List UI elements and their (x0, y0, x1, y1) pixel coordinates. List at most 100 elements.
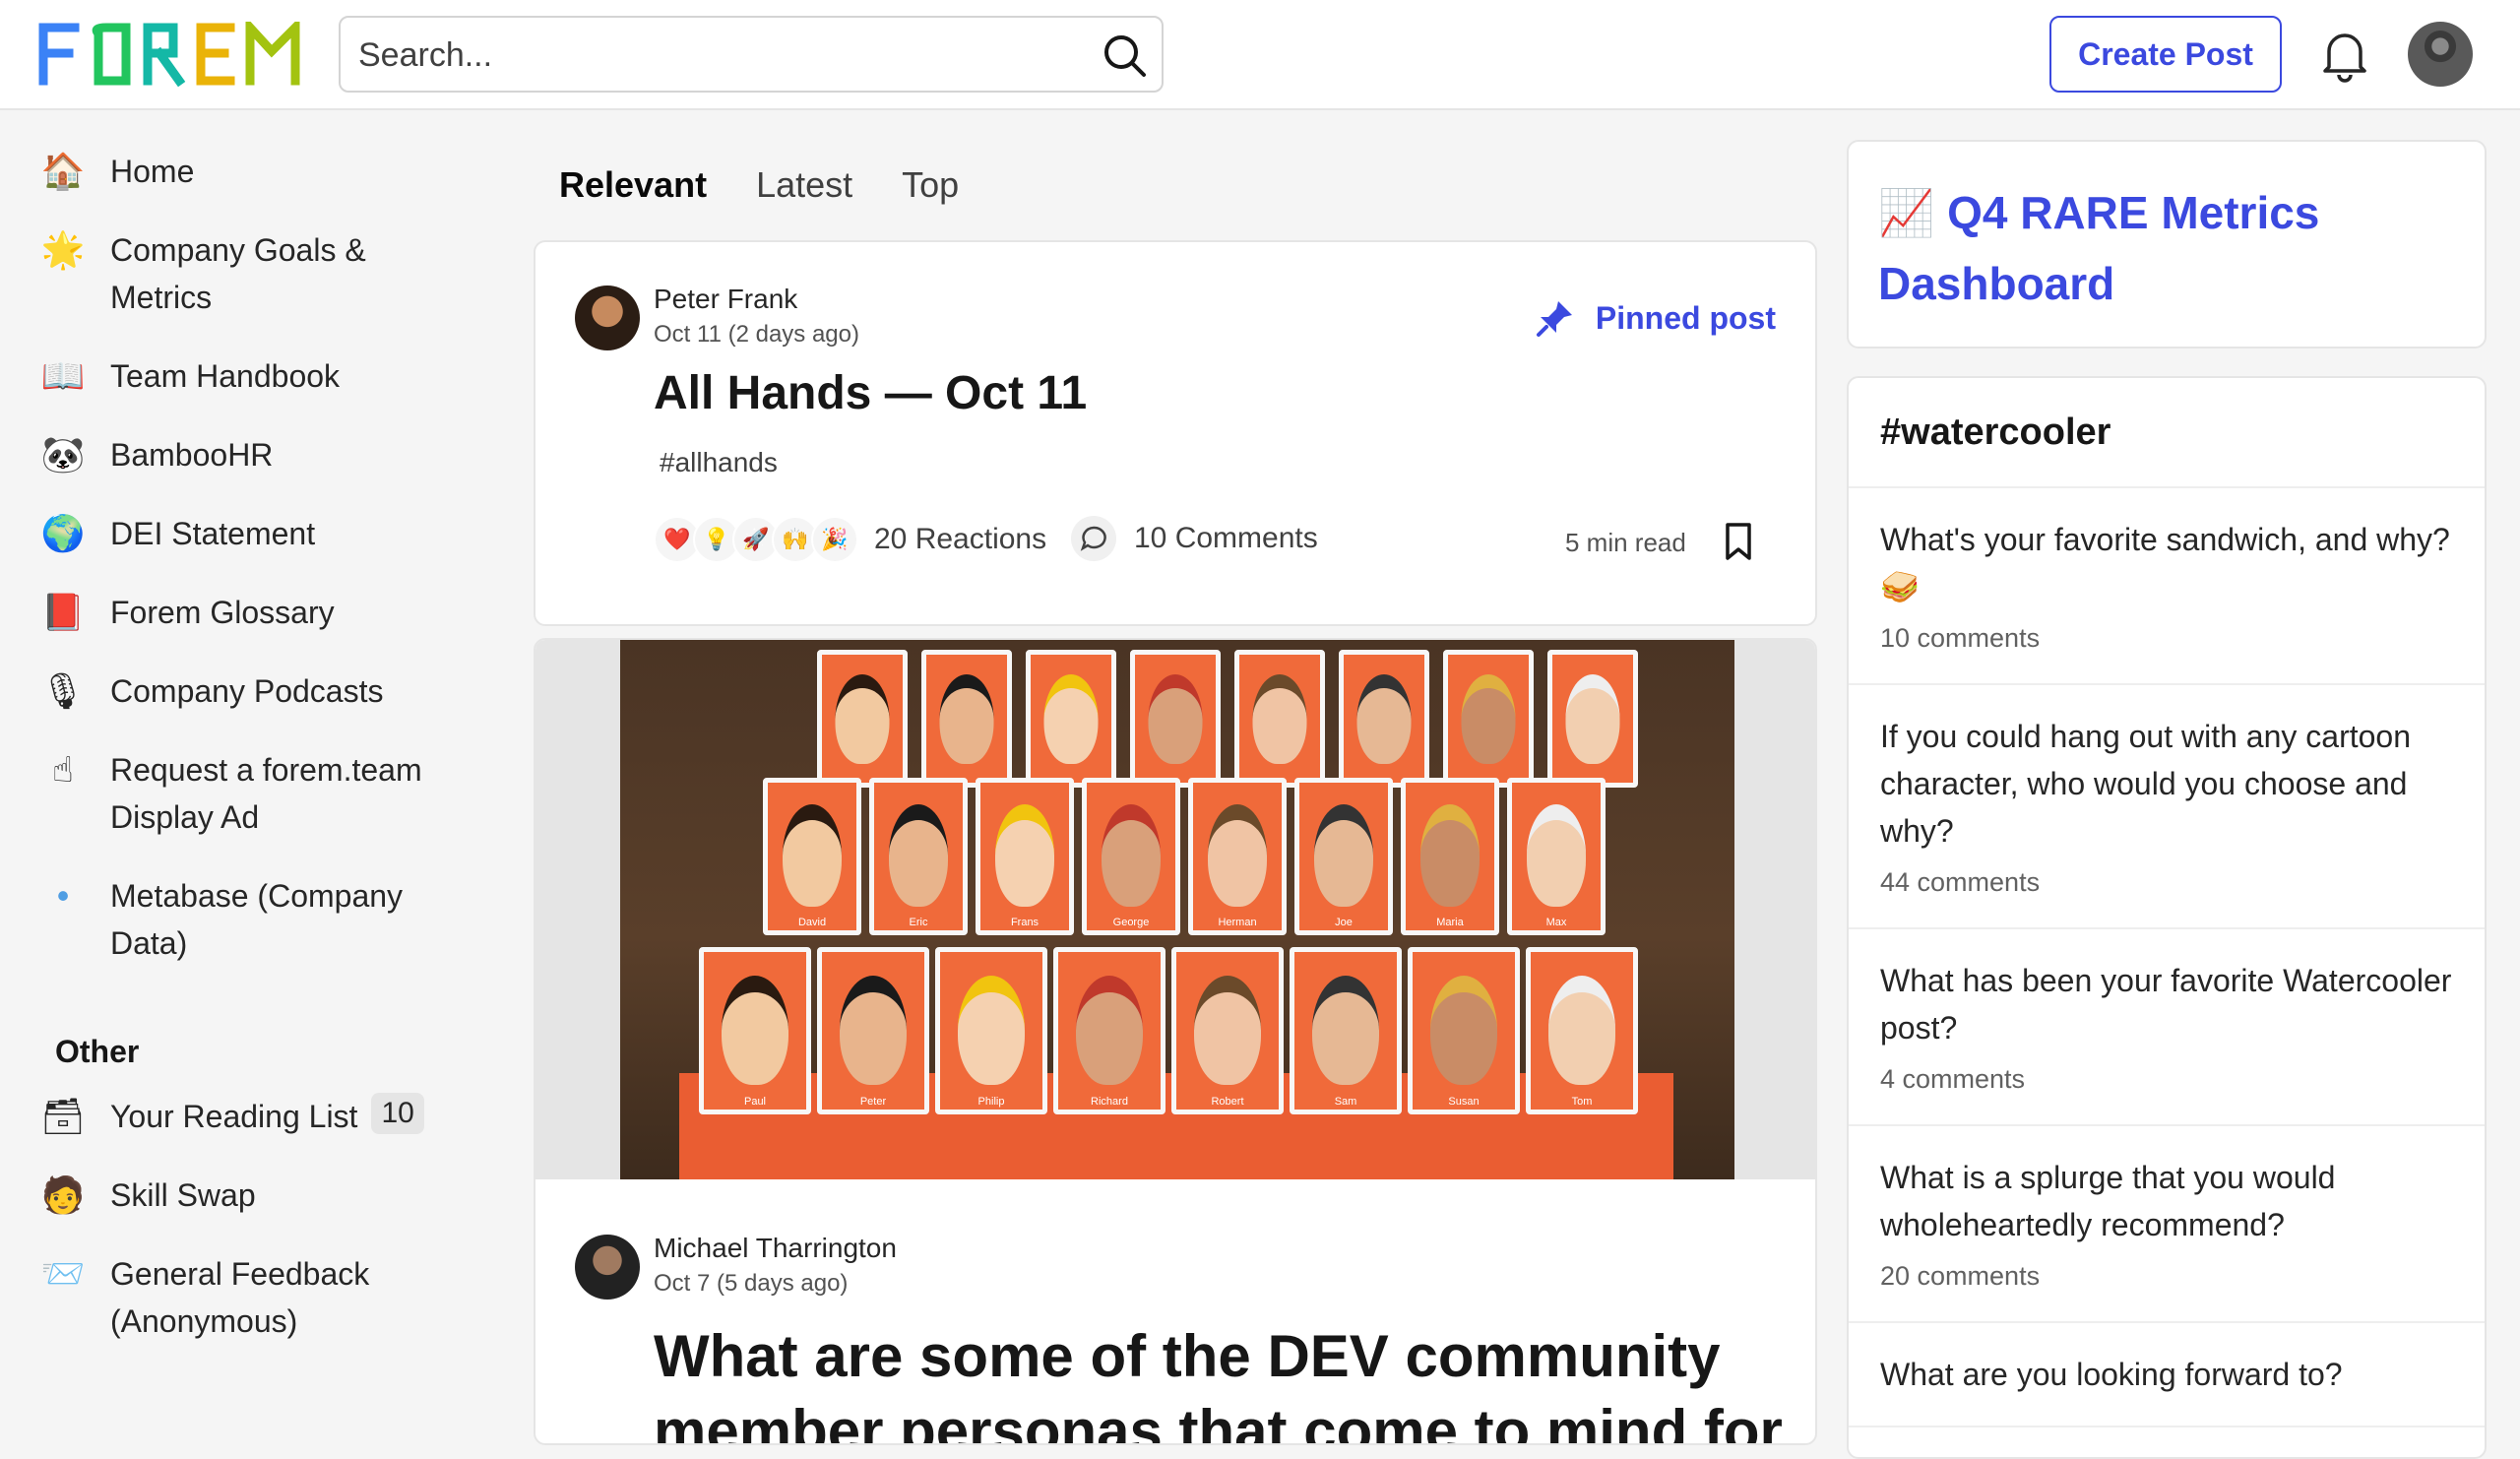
sidebar-item-skill-swap[interactable]: 🧑 Skill Swap (37, 1172, 480, 1250)
sidebar-item-label: General Feedback (Anonymous) (110, 1256, 370, 1339)
character-face (1430, 976, 1497, 1085)
watercooler-thread[interactable]: What has been your favorite Watercooler … (1849, 929, 2485, 1126)
house-icon: 🏠 (40, 151, 86, 191)
pointing-up-icon: ☝ (52, 749, 74, 790)
character-name: Paul (743, 1096, 767, 1108)
author-avatar[interactable] (575, 285, 640, 350)
character-face (783, 804, 842, 907)
comments-count: 10 Comments (1134, 522, 1318, 554)
watercooler-thread[interactable]: What's your favorite sandwich, and why? … (1849, 488, 2485, 685)
book-icon: 📖 (40, 355, 86, 396)
character-face (1076, 976, 1143, 1085)
author-avatar[interactable] (575, 1235, 640, 1300)
watercooler-thread[interactable]: What are you looking forward to? (1849, 1323, 2485, 1427)
pinned-post-card[interactable]: Peter Frank Oct 11 (2 days ago) Pinned p… (534, 240, 1817, 626)
author-name[interactable]: Michael Tharrington (654, 1233, 897, 1264)
search-icon[interactable] (1101, 32, 1148, 79)
party-popper-icon: 🎉 (811, 516, 858, 563)
watercooler-title[interactable]: #watercooler (1849, 378, 2485, 488)
sidebar-item-metabase[interactable]: • Metabase (Company Data) (37, 872, 480, 998)
author-name[interactable]: Peter Frank (654, 284, 797, 315)
bookmark-icon[interactable] (1723, 522, 1754, 561)
notifications-bell-icon[interactable] (2319, 28, 2370, 83)
sidebar-item-bamboohr[interactable]: 🐼 BambooHR (37, 431, 480, 510)
sidebar-item-label: Metabase (Company Data) (110, 878, 404, 961)
sidebar-item-company-goals[interactable]: 🌟 Company Goals & Metrics (37, 226, 480, 352)
metrics-dashboard-link[interactable]: 📈 Q4 RARE Metrics Dashboard (1878, 177, 2455, 319)
metrics-dashboard-card[interactable]: 📈 Q4 RARE Metrics Dashboard (1847, 140, 2487, 349)
user-avatar[interactable] (2408, 22, 2473, 87)
post-title[interactable]: What are some of the DEV community membe… (654, 1319, 1786, 1443)
character-face (1356, 674, 1412, 764)
post-title[interactable]: All Hands — Oct 11 (654, 366, 1087, 420)
search-box[interactable] (339, 16, 1164, 93)
post-cover-image[interactable]: David Eric Frans George Herman Joe Maria Max Pau… (536, 640, 1815, 1179)
sidebar-item-label: Skill Swap (110, 1177, 256, 1213)
microphone-icon: 🎙 (40, 670, 86, 711)
tab-latest[interactable]: Latest (756, 158, 852, 213)
tab-top[interactable]: Top (902, 158, 959, 213)
tab-relevant[interactable]: Relevant (559, 158, 707, 213)
pinned-post-label: Pinned post (1535, 297, 1776, 339)
character-face (958, 976, 1025, 1085)
character-name: George (1112, 917, 1150, 928)
sidebar-item-reading-list[interactable]: 🗃 Your Reading List 10 (37, 1093, 480, 1172)
character-name: Frans (1010, 917, 1040, 928)
sidebar-item-dei[interactable]: 🌍 DEI Statement (37, 510, 480, 589)
thread-title[interactable]: What is a splurge that you would wholehe… (1880, 1154, 2453, 1248)
character-name: Herman (1218, 917, 1257, 928)
comments-button[interactable]: 10 Comments (1071, 516, 1318, 561)
post-card[interactable]: David Eric Frans George Herman Joe Maria Max Pau… (534, 638, 1817, 1445)
character-face (995, 804, 1054, 907)
red-book-icon: 📕 (40, 592, 86, 632)
character-face (1252, 674, 1307, 764)
thread-title[interactable]: What are you looking forward to? (1880, 1351, 2453, 1398)
character-card: Robert (1171, 947, 1284, 1114)
sidebar-item-label: BambooHR (110, 437, 274, 473)
globe-icon: 🌍 (40, 513, 86, 553)
sidebar-item-label: Home (110, 154, 195, 189)
character-card (1547, 650, 1638, 788)
post-date: Oct 7 (5 days ago) (654, 1270, 849, 1297)
create-post-button[interactable]: Create Post (2049, 16, 2282, 93)
sidebar-item-label: Company Podcasts (110, 673, 384, 709)
character-card: Paul (699, 947, 811, 1114)
search-input[interactable] (356, 28, 1089, 83)
character-card: Maria (1401, 778, 1499, 935)
character-face (1102, 804, 1161, 907)
sidebar-item-home[interactable]: 🏠 Home (37, 148, 480, 226)
feed-tabs: Relevant Latest Top (559, 158, 959, 213)
post-tag[interactable]: #allhands (660, 447, 778, 478)
reactions-button[interactable]: ❤️ 💡 🚀 🙌 🎉 20 Reactions (654, 516, 1046, 563)
character-name: Maria (1436, 917, 1464, 928)
character-face (1548, 976, 1615, 1085)
pin-icon (1536, 301, 1572, 337)
comment-icon (1071, 516, 1116, 561)
sidebar-item-display-ad[interactable]: ☝ Request a forem.team Display Ad (37, 746, 480, 872)
post-date: Oct 11 (2 days ago) (654, 321, 859, 348)
character-face (722, 976, 788, 1085)
thread-title[interactable]: What's your favorite sandwich, and why? … (1880, 516, 2453, 610)
sidebar-item-glossary[interactable]: 📕 Forem Glossary (37, 589, 480, 667)
chart-increasing-icon: 📈 (1878, 187, 1935, 238)
character-face (1461, 674, 1516, 764)
character-card: Max (1507, 778, 1606, 935)
sidebar-item-label: Your Reading List (110, 1099, 358, 1134)
character-card: Joe (1294, 778, 1393, 935)
character-card: Peter (817, 947, 929, 1114)
character-face (1312, 976, 1379, 1085)
character-name: Philip (977, 1096, 1005, 1108)
thread-title[interactable]: What has been your favorite Watercooler … (1880, 957, 2453, 1051)
sidebar-item-podcasts[interactable]: 🎙 Company Podcasts (37, 667, 480, 746)
thread-title[interactable]: If you could hang out with any cartoon c… (1880, 713, 2453, 855)
sidebar-item-feedback[interactable]: 📨 General Feedback (Anonymous) (37, 1250, 480, 1376)
character-card: Richard (1053, 947, 1166, 1114)
character-face (1314, 804, 1373, 907)
guess-who-board-image: David Eric Frans George Herman Joe Maria Max Pau… (620, 640, 1734, 1179)
watercooler-card: #watercooler What's your favorite sandwi… (1847, 376, 2487, 1459)
watercooler-thread[interactable]: If you could hang out with any cartoon c… (1849, 685, 2485, 929)
watercooler-thread[interactable]: What is a splurge that you would wholehe… (1849, 1126, 2485, 1323)
metabase-icon: • (56, 875, 70, 916)
forem-logo[interactable] (37, 22, 303, 87)
sidebar-item-team-handbook[interactable]: 📖 Team Handbook (37, 352, 480, 431)
